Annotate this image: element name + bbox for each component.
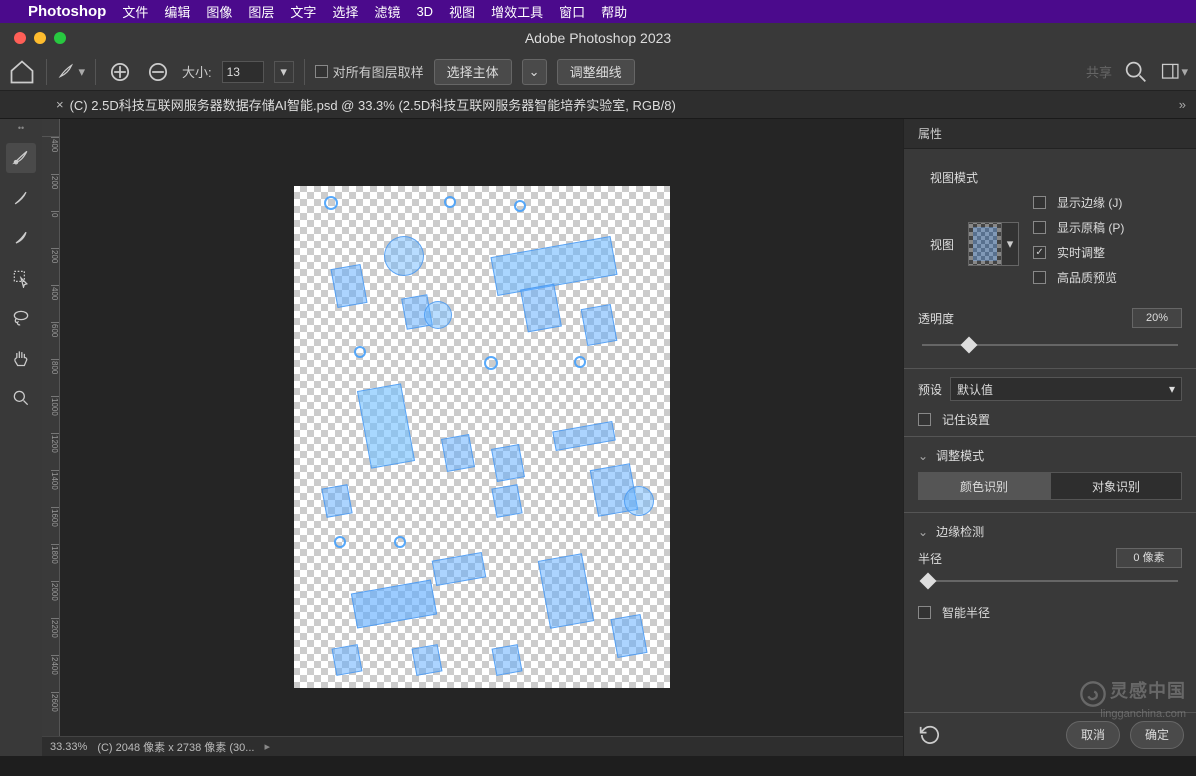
canvas-area[interactable]	[60, 137, 903, 736]
ruler-vertical[interactable]: 4002000200400600800100012001400160018002…	[42, 137, 60, 736]
ok-button[interactable]: 确定	[1130, 721, 1184, 749]
new-selection-icon[interactable]	[106, 58, 134, 86]
doc-info[interactable]: (C) 2048 像素 x 2738 像素 (30...	[97, 739, 254, 755]
zoom-level[interactable]: 33.33%	[50, 741, 87, 753]
close-window-icon[interactable]	[14, 32, 26, 44]
app-name[interactable]: Photoshop	[28, 3, 106, 20]
macos-menubar: Photoshop 文件 编辑 图像 图层 文字 选择 滤镜 3D 视图 增效工…	[0, 0, 1196, 23]
options-bar: ▾ 大小: ▾ 对所有图层取样 选择主体 ⌄ 调整细线 共享 ▾	[0, 53, 1196, 91]
properties-panel: 属性 视图模式 视图 ▾ 显示边缘 (J) 显示原稿 (P) 实时调整 高品质预…	[903, 119, 1196, 756]
menu-select[interactable]: 选择	[332, 2, 358, 21]
menu-plugins[interactable]: 增效工具	[491, 2, 543, 21]
traffic-lights	[0, 32, 66, 44]
divider	[46, 59, 47, 85]
reset-icon[interactable]	[916, 721, 944, 749]
menu-window[interactable]: 窗口	[559, 2, 585, 21]
doc-info-dropdown-icon[interactable]: ▸	[264, 740, 270, 753]
menu-help[interactable]: 帮助	[601, 2, 627, 21]
hq-preview-checkbox[interactable]: 高品质预览	[1033, 269, 1182, 286]
maximize-window-icon[interactable]	[54, 32, 66, 44]
menu-filter[interactable]: 滤镜	[374, 2, 400, 21]
menu-image[interactable]: 图像	[206, 2, 232, 21]
view-dropdown-icon[interactable]: ▾	[1001, 222, 1019, 266]
status-bar: 33.33% (C) 2048 像素 x 2738 像素 (30... ▸	[42, 736, 903, 756]
brush-size-input[interactable]	[222, 61, 264, 83]
refine-brush-tool[interactable]	[6, 183, 36, 213]
divider	[304, 59, 305, 85]
quick-selection-tool[interactable]	[6, 143, 36, 173]
menu-3d[interactable]: 3D	[416, 4, 433, 19]
menu-type[interactable]: 文字	[290, 2, 316, 21]
radius-slider[interactable]	[922, 572, 1178, 590]
zoom-tool[interactable]	[6, 383, 36, 413]
subtract-selection-icon[interactable]	[144, 58, 172, 86]
preset-select[interactable]: 默认值▾	[950, 377, 1182, 401]
minimize-window-icon[interactable]	[34, 32, 46, 44]
cancel-button[interactable]: 取消	[1066, 721, 1120, 749]
tools-panel: ••	[0, 119, 42, 756]
view-thumbnail[interactable]	[968, 222, 1002, 266]
size-dropdown-icon[interactable]: ▾	[274, 61, 294, 83]
sample-all-layers-checkbox[interactable]: 对所有图层取样	[315, 62, 424, 81]
opacity-value[interactable]: 20%	[1132, 308, 1182, 328]
tool-preset-button[interactable]: ▾	[57, 58, 85, 86]
select-subject-button[interactable]: 选择主体	[434, 59, 512, 85]
opacity-label: 透明度	[918, 310, 954, 327]
view-mode-heading: 视图模式	[930, 169, 1182, 186]
refine-edge-button[interactable]: 调整细线	[557, 59, 635, 85]
size-label: 大小:	[182, 62, 212, 81]
sample-all-label: 对所有图层取样	[333, 62, 424, 81]
show-edge-checkbox[interactable]: 显示边缘 (J)	[1033, 194, 1182, 211]
radius-value[interactable]: 0 像素	[1116, 548, 1182, 568]
hand-tool[interactable]	[6, 343, 36, 373]
lasso-tool[interactable]	[6, 303, 36, 333]
expand-tabs-icon[interactable]: »	[1179, 97, 1186, 112]
panel-footer: 取消 确定	[904, 712, 1196, 756]
opacity-slider[interactable]	[922, 336, 1178, 354]
document-tab-title[interactable]: (C) 2.5D科技互联网服务器数据存储AI智能.psd @ 33.3% (2.…	[70, 95, 676, 114]
home-button[interactable]	[8, 58, 36, 86]
menu-layer[interactable]: 图层	[248, 2, 274, 21]
smart-radius-checkbox[interactable]: 智能半径	[918, 604, 1182, 621]
view-label: 视图	[930, 236, 954, 253]
preset-label: 预设	[918, 381, 942, 398]
document-tab-row: × (C) 2.5D科技互联网服务器数据存储AI智能.psd @ 33.3% (…	[0, 91, 1196, 119]
radius-label: 半径	[918, 550, 942, 567]
tools-grip-icon[interactable]: ••	[18, 123, 24, 133]
mode-segment: 颜色识别 对象识别	[918, 472, 1182, 500]
close-tab-icon[interactable]: ×	[56, 97, 64, 112]
menu-file[interactable]: 文件	[122, 2, 148, 21]
color-aware-button[interactable]: 颜色识别	[918, 472, 1050, 500]
workspace-switcher-icon[interactable]: ▾	[1160, 58, 1188, 86]
object-selection-tool[interactable]	[6, 263, 36, 293]
adjust-mode-section[interactable]: ⌄调整模式	[918, 447, 1182, 464]
menu-edit[interactable]: 编辑	[164, 2, 190, 21]
select-subject-dropdown[interactable]: ⌄	[522, 59, 547, 85]
divider	[95, 59, 96, 85]
search-icon[interactable]	[1122, 58, 1150, 86]
watermark: 灵感中国 lingganchina.com	[1079, 677, 1186, 712]
show-original-checkbox[interactable]: 显示原稿 (P)	[1033, 219, 1182, 236]
share-button[interactable]: 共享	[1086, 62, 1112, 81]
properties-tab[interactable]: 属性	[904, 119, 1196, 149]
menu-view[interactable]: 视图	[449, 2, 475, 21]
brush-tool[interactable]	[6, 223, 36, 253]
artboard	[294, 186, 670, 688]
remember-settings-checkbox[interactable]: 记住设置	[918, 411, 1182, 428]
window-titlebar: Adobe Photoshop 2023	[0, 23, 1196, 53]
realtime-checkbox[interactable]: 实时调整	[1033, 244, 1182, 261]
edge-detection-section[interactable]: ⌄边缘检测	[918, 523, 1182, 540]
window-title: Adobe Photoshop 2023	[525, 30, 671, 46]
workspace: •• 1200100080060040020002004006008001000…	[0, 119, 1196, 756]
canvas-wrap: 1200100080060040020002004006008001000120…	[42, 119, 903, 756]
object-aware-button[interactable]: 对象识别	[1050, 472, 1182, 500]
ruler-origin[interactable]	[42, 119, 60, 137]
